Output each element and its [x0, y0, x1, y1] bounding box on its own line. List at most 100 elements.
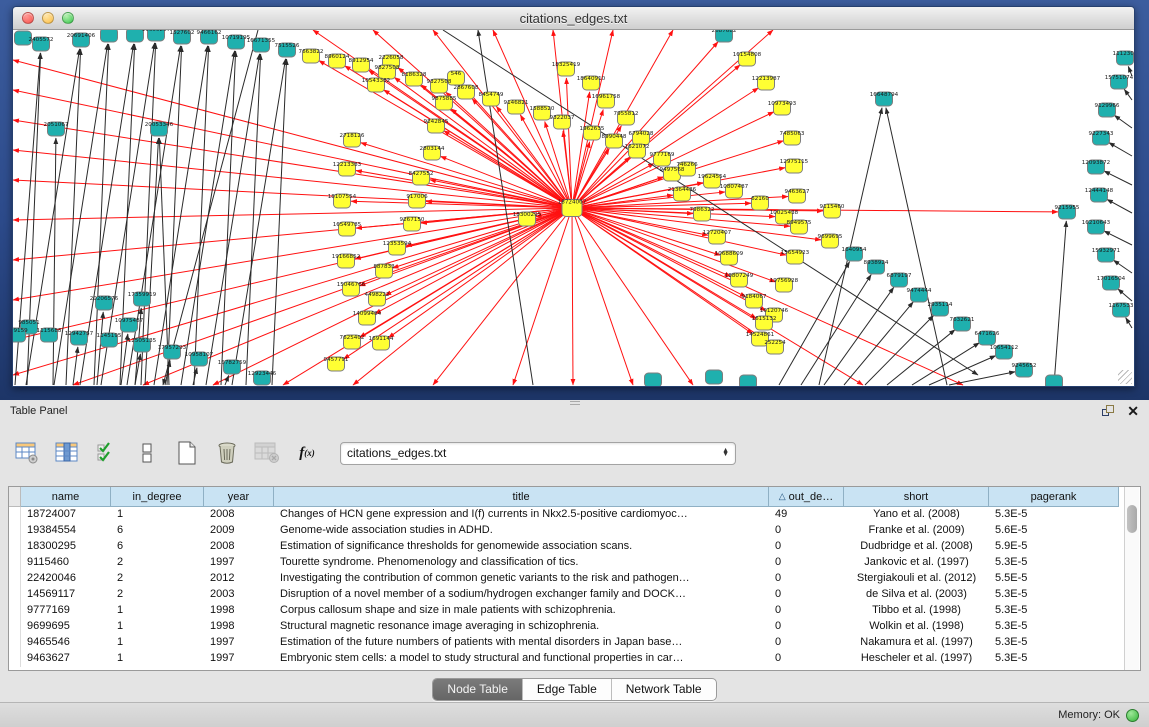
table-cell[interactable]: 5.3E-5 — [989, 603, 1119, 619]
table-cell[interactable]: 22420046 — [21, 571, 111, 587]
network-edge[interactable] — [572, 208, 790, 226]
table-cell[interactable]: Corpus callosum shape and size in male p… — [274, 603, 769, 619]
table-cell[interactable]: Wolkin et al. (1998) — [844, 619, 989, 635]
table-cell[interactable]: 2009 — [204, 523, 274, 539]
table-row[interactable]: 969969511998Structural magnetic resonanc… — [9, 619, 1121, 635]
row-height-icon[interactable] — [134, 440, 160, 466]
table-cell[interactable]: Changes of HCN gene expression and I(f) … — [274, 507, 769, 523]
table-cell[interactable]: 5.3E-5 — [989, 507, 1119, 523]
network-edge[interactable] — [73, 347, 78, 385]
network-edge[interactable] — [1104, 231, 1132, 245]
network-node[interactable] — [740, 375, 757, 386]
table-cell[interactable]: 5.9E-5 — [989, 539, 1119, 555]
table-cell[interactable]: 0 — [769, 571, 844, 587]
table-cell[interactable]: Tourette syndrome. Phenomenology and cla… — [274, 555, 769, 571]
network-edge[interactable] — [225, 375, 229, 385]
close-window-button[interactable] — [22, 12, 34, 24]
column-header-indegree[interactable]: in_degree — [111, 487, 204, 507]
table-cell[interactable]: 18300295 — [21, 539, 111, 555]
network-edge[interactable] — [213, 208, 572, 385]
table-cell[interactable]: 0 — [769, 651, 844, 667]
network-edge[interactable] — [572, 30, 613, 208]
table-cell[interactable]: 2012 — [204, 571, 274, 587]
table-cell[interactable]: 9115460 — [21, 555, 111, 571]
table-row[interactable]: 1872400712008Changes of HCN gene express… — [9, 507, 1121, 523]
table-cell[interactable]: Hescheler et al. (1997) — [844, 651, 989, 667]
network-edge[interactable] — [1107, 199, 1132, 213]
network-edge[interactable] — [1109, 143, 1132, 156]
network-edge[interactable] — [1118, 289, 1132, 301]
network-edge[interactable] — [13, 60, 572, 208]
network-edge[interactable] — [53, 138, 56, 385]
table-cell[interactable]: 49 — [769, 507, 844, 523]
column-header-name[interactable]: name — [21, 487, 111, 507]
table-cell[interactable]: 9465546 — [21, 635, 111, 651]
table-row[interactable]: 1938455462009Genome-wide association stu… — [9, 523, 1121, 539]
table-cell[interactable]: 5.3E-5 — [989, 651, 1119, 667]
table-cell[interactable]: 19384554 — [21, 523, 111, 539]
table-cell[interactable]: 2 — [111, 555, 204, 571]
network-edge[interactable] — [929, 356, 996, 385]
network-edge[interactable] — [949, 372, 1015, 385]
network-node[interactable] — [101, 30, 118, 42]
network-node[interactable] — [1046, 375, 1063, 386]
table-cell[interactable]: 2003 — [204, 587, 274, 603]
network-node[interactable] — [645, 373, 662, 386]
new-table-icon[interactable] — [174, 440, 200, 466]
table-cell[interactable]: 2008 — [204, 507, 274, 523]
column-header-short[interactable]: short — [844, 487, 989, 507]
network-edge[interactable] — [167, 46, 182, 385]
table-cell[interactable]: de Silva et al. (2003) — [844, 587, 989, 603]
select-columns-icon[interactable] — [54, 440, 80, 466]
table-cell[interactable]: Yano et al. (2008) — [844, 507, 989, 523]
panel-divider-grip[interactable] — [570, 401, 580, 405]
table-cell[interactable]: 9463627 — [21, 651, 111, 667]
tab-edge-table[interactable]: Edge Table — [523, 679, 612, 700]
table-cell[interactable]: 9699695 — [21, 619, 111, 635]
close-icon[interactable]: ✕ — [1127, 404, 1139, 418]
table-cell[interactable]: 0 — [769, 523, 844, 539]
table-cell[interactable]: 1998 — [204, 603, 274, 619]
network-edge[interactable] — [1104, 171, 1132, 185]
network-edge[interactable] — [246, 54, 261, 385]
float-window-icon[interactable] — [1102, 405, 1115, 418]
table-cell[interactable]: 5.6E-5 — [989, 523, 1119, 539]
window-titlebar[interactable]: citations_edges.txt — [13, 7, 1134, 30]
network-graph[interactable]: 2405572206914061065525715276029466162107… — [13, 30, 1134, 386]
network-edge[interactable] — [566, 78, 572, 208]
minimize-window-button[interactable] — [42, 12, 54, 24]
network-edge[interactable] — [572, 208, 573, 385]
table-cell[interactable]: 1 — [111, 651, 204, 667]
table-cell[interactable]: Tibbo et al. (1998) — [844, 603, 989, 619]
table-cell[interactable]: 1997 — [204, 555, 274, 571]
network-edge[interactable] — [1124, 89, 1132, 100]
network-edge[interactable] — [13, 208, 572, 220]
network-edge[interactable] — [1126, 318, 1132, 328]
table-cell[interactable]: 0 — [769, 603, 844, 619]
table-cell[interactable]: 5.3E-5 — [989, 587, 1119, 603]
column-header-pagerank[interactable]: pagerank — [989, 487, 1119, 507]
table-cell[interactable]: 9777169 — [21, 603, 111, 619]
network-edge[interactable] — [206, 54, 260, 385]
table-cell[interactable]: 5.5E-5 — [989, 571, 1119, 587]
table-row[interactable]: 946554611997Estimation of the future num… — [9, 635, 1121, 651]
table-cell[interactable]: Disruption of a novel member of a sodium… — [274, 587, 769, 603]
table-cell[interactable]: 5.3E-5 — [989, 555, 1119, 571]
network-edge[interactable] — [1054, 221, 1066, 385]
network-edge[interactable] — [572, 208, 963, 385]
table-cell[interactable]: 1998 — [204, 619, 274, 635]
column-header-title[interactable]: title — [274, 487, 769, 507]
network-edge[interactable] — [361, 143, 572, 208]
table-cell[interactable]: 0 — [769, 539, 844, 555]
delete-rows-icon[interactable] — [214, 440, 240, 466]
table-cell[interactable]: 2 — [111, 571, 204, 587]
table-cell[interactable]: Stergiakouli et al. (2012) — [844, 571, 989, 587]
table-cell[interactable]: 2 — [111, 587, 204, 603]
table-settings-icon[interactable] — [14, 440, 40, 466]
table-cell[interactable]: 14569117 — [21, 587, 111, 603]
table-scrollbar-thumb[interactable] — [1127, 505, 1137, 533]
network-edge[interactable] — [272, 59, 287, 385]
table-cell[interactable]: Estimation of the future numbers of pati… — [274, 635, 769, 651]
column-header-outde[interactable]: △out_de… — [769, 487, 844, 507]
table-cell[interactable]: 2008 — [204, 539, 274, 555]
